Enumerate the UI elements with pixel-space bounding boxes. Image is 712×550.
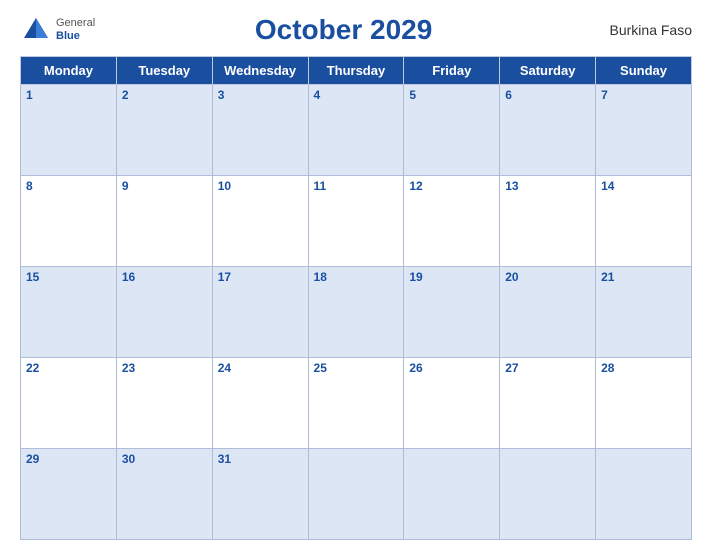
day-number: 5 [409, 88, 416, 102]
day-number: 6 [505, 88, 512, 102]
calendar-cell [308, 449, 404, 540]
day-number: 20 [505, 270, 518, 284]
day-number: 9 [122, 179, 129, 193]
day-number: 27 [505, 361, 518, 375]
day-number: 24 [218, 361, 231, 375]
calendar-cell: 30 [116, 449, 212, 540]
calendar-cell: 25 [308, 358, 404, 449]
weekday-header-monday: Monday [21, 57, 117, 85]
day-number: 28 [601, 361, 614, 375]
weekday-header-friday: Friday [404, 57, 500, 85]
calendar-cell: 6 [500, 85, 596, 176]
day-number: 22 [26, 361, 39, 375]
weekday-header-saturday: Saturday [500, 57, 596, 85]
calendar-cell: 21 [596, 267, 692, 358]
calendar-cell: 29 [21, 449, 117, 540]
calendar-cell: 14 [596, 176, 692, 267]
calendar-cell: 23 [116, 358, 212, 449]
logo-text: General Blue [56, 17, 95, 43]
day-number: 7 [601, 88, 608, 102]
day-number: 10 [218, 179, 231, 193]
calendar-cell: 7 [596, 85, 692, 176]
day-number: 16 [122, 270, 135, 284]
day-number: 18 [314, 270, 327, 284]
calendar-cell: 16 [116, 267, 212, 358]
calendar-week-row: 22 23 24 25 26 27 28 [21, 358, 692, 449]
day-number: 30 [122, 452, 135, 466]
calendar-cell: 9 [116, 176, 212, 267]
calendar-table: MondayTuesdayWednesdayThursdayFridaySatu… [20, 56, 692, 540]
day-number: 1 [26, 88, 33, 102]
day-number: 15 [26, 270, 39, 284]
calendar-cell [500, 449, 596, 540]
weekday-header-row: MondayTuesdayWednesdayThursdayFridaySatu… [21, 57, 692, 85]
calendar-cell: 27 [500, 358, 596, 449]
calendar-cell: 31 [212, 449, 308, 540]
weekday-header-wednesday: Wednesday [212, 57, 308, 85]
calendar-week-row: 29 30 31 [21, 449, 692, 540]
day-number: 8 [26, 179, 33, 193]
calendar-week-row: 1 2 3 4 5 6 7 [21, 85, 692, 176]
weekday-header-sunday: Sunday [596, 57, 692, 85]
logo: General Blue [20, 14, 95, 46]
weekday-header-tuesday: Tuesday [116, 57, 212, 85]
month-title: October 2029 [95, 14, 592, 46]
calendar-cell: 3 [212, 85, 308, 176]
day-number: 13 [505, 179, 518, 193]
day-number: 4 [314, 88, 321, 102]
calendar-cell: 13 [500, 176, 596, 267]
calendar-cell: 11 [308, 176, 404, 267]
day-number: 12 [409, 179, 422, 193]
day-number: 26 [409, 361, 422, 375]
weekday-header-thursday: Thursday [308, 57, 404, 85]
calendar-cell: 17 [212, 267, 308, 358]
calendar-cell: 26 [404, 358, 500, 449]
calendar-body: 1234567891011121314151617181920212223242… [21, 85, 692, 540]
calendar-cell: 5 [404, 85, 500, 176]
day-number: 29 [26, 452, 39, 466]
calendar-cell: 12 [404, 176, 500, 267]
calendar-cell: 8 [21, 176, 117, 267]
day-number: 25 [314, 361, 327, 375]
calendar-cell [596, 449, 692, 540]
day-number: 14 [601, 179, 614, 193]
calendar-cell: 22 [21, 358, 117, 449]
calendar-cell: 18 [308, 267, 404, 358]
day-number: 2 [122, 88, 129, 102]
calendar-cell: 15 [21, 267, 117, 358]
calendar-cell: 2 [116, 85, 212, 176]
day-number: 31 [218, 452, 231, 466]
calendar-week-row: 8 9 10 11 12 13 14 [21, 176, 692, 267]
day-number: 3 [218, 88, 225, 102]
logo-general-label: General [56, 17, 95, 30]
calendar-cell: 10 [212, 176, 308, 267]
calendar-cell: 28 [596, 358, 692, 449]
logo-icon [20, 14, 52, 46]
calendar-cell: 20 [500, 267, 596, 358]
day-number: 23 [122, 361, 135, 375]
day-number: 21 [601, 270, 614, 284]
day-number: 17 [218, 270, 231, 284]
day-number: 19 [409, 270, 422, 284]
calendar-header: General Blue October 2029 Burkina Faso [20, 10, 692, 50]
country-label: Burkina Faso [592, 22, 692, 38]
calendar-cell: 1 [21, 85, 117, 176]
logo-blue-label: Blue [56, 30, 95, 43]
calendar-cell [404, 449, 500, 540]
day-number: 11 [314, 179, 327, 193]
calendar-cell: 24 [212, 358, 308, 449]
calendar-cell: 19 [404, 267, 500, 358]
calendar-cell: 4 [308, 85, 404, 176]
calendar-week-row: 15 16 17 18 19 20 21 [21, 267, 692, 358]
